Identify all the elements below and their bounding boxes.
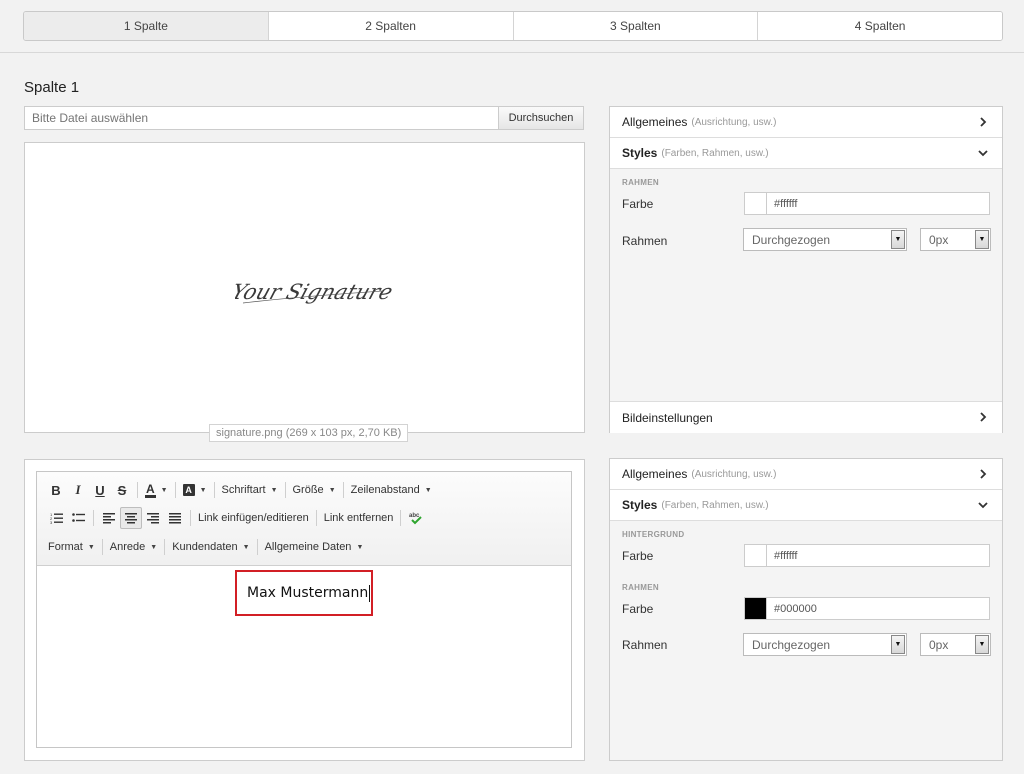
dropdown-arrow-icon: ▼	[891, 230, 905, 249]
general-accordion-header[interactable]: Allgemeines (Ausrichtung, usw.)	[610, 107, 1002, 138]
svg-text:abc: abc	[409, 513, 420, 519]
file-path-input[interactable]	[24, 106, 499, 130]
background-color-field[interactable]: #ffffff	[744, 544, 990, 567]
header-divider	[0, 52, 1024, 53]
rich-text-editor: B I U S A ▼ A ▼ Schriftart ▼ Größe ▼ Zeilena…	[36, 471, 572, 748]
general-data-dropdown[interactable]: Allgemeine Daten ▼	[262, 536, 367, 558]
color-swatch[interactable]	[745, 598, 767, 619]
ordered-list-icon: 1 2 3	[50, 512, 63, 524]
editor-toolbar: B I U S A ▼ A ▼ Schriftart ▼ Größe ▼ Zeilena…	[37, 472, 571, 566]
ordered-list-button[interactable]: 1 2 3	[45, 507, 67, 529]
chevron-right-icon	[980, 412, 987, 422]
column-count-tabs: 1 Spalte 2 Spalten 3 Spalten 4 Spalten	[23, 11, 1003, 41]
spellcheck-icon: abc	[409, 513, 423, 525]
tab-4-columns[interactable]: 4 Spalten	[757, 12, 1002, 40]
image-settings-panel: Allgemeines (Ausrichtung, usw.) Styles (…	[609, 106, 1003, 433]
format-dropdown[interactable]: Format ▼	[45, 536, 98, 558]
border-color-label: Farbe	[622, 602, 654, 616]
editor-content-area[interactable]: Max Mustermann	[235, 570, 373, 616]
color-swatch[interactable]	[745, 193, 767, 214]
align-justify-icon	[169, 512, 181, 523]
customer-data-dropdown[interactable]: Kundendaten ▼	[169, 536, 252, 558]
bold-button[interactable]: B	[45, 479, 67, 501]
tab-1-column[interactable]: 1 Spalte	[24, 12, 268, 40]
strikethrough-button[interactable]: S	[111, 479, 133, 501]
border-color-label: Farbe	[622, 197, 654, 211]
border-style-select[interactable]: Durchgezogen ▼	[743, 228, 907, 251]
border-color-field[interactable]: #ffffff	[744, 192, 990, 215]
image-caption: signature.png (269 x 103 px, 2,70 KB)	[209, 424, 409, 442]
salutation-dropdown[interactable]: Anrede ▼	[107, 536, 160, 558]
chevron-down-icon	[978, 502, 988, 509]
text-settings-panel: Allgemeines (Ausrichtung, usw.) Styles (…	[609, 458, 1003, 761]
svg-text:3: 3	[50, 520, 53, 524]
dropdown-arrow-icon: ▼	[891, 635, 905, 654]
align-left-button[interactable]	[98, 507, 120, 529]
border-style-label: Rahmen	[622, 638, 668, 652]
align-justify-button[interactable]	[164, 507, 186, 529]
border-width-select[interactable]: 0px ▼	[920, 633, 991, 656]
font-family-dropdown[interactable]: Schriftart ▼	[219, 479, 281, 501]
signature-image: Your Signature	[235, 280, 396, 304]
dropdown-arrow-icon: ▼	[975, 635, 989, 654]
tab-2-columns[interactable]: 2 Spalten	[267, 12, 513, 40]
align-center-button[interactable]	[120, 507, 142, 529]
align-left-icon	[103, 512, 115, 523]
text-cursor	[369, 584, 371, 602]
font-size-dropdown[interactable]: Größe ▼	[290, 479, 339, 501]
border-section-label: RAHMEN	[622, 178, 659, 187]
insert-link-button[interactable]: Link einfügen/editieren	[195, 507, 312, 529]
font-color-icon: A	[145, 481, 156, 498]
background-section-label: HINTERGRUND	[622, 530, 685, 539]
align-right-button[interactable]	[142, 507, 164, 529]
styles-accordion-header[interactable]: Styles (Farben, Rahmen, usw.)	[610, 138, 1002, 169]
general-accordion-header[interactable]: Allgemeines (Ausrichtung, usw.)	[610, 459, 1002, 490]
color-swatch[interactable]	[745, 545, 767, 566]
chevron-down-icon	[978, 150, 988, 157]
unordered-list-button[interactable]	[67, 507, 89, 529]
background-color-icon: A	[182, 484, 195, 496]
unordered-list-icon	[71, 513, 85, 522]
underline-button[interactable]: U	[89, 479, 111, 501]
spellcheck-button[interactable]: abc	[405, 507, 427, 529]
border-style-select[interactable]: Durchgezogen ▼	[743, 633, 907, 656]
editor-text: Max Mustermann	[247, 585, 369, 601]
styles-accordion-header[interactable]: Styles (Farben, Rahmen, usw.)	[610, 490, 1002, 521]
border-section-label: RAHMEN	[622, 583, 659, 592]
remove-link-button[interactable]: Link entfernen	[321, 507, 397, 529]
align-center-icon	[125, 512, 137, 523]
image-settings-accordion-header[interactable]: Bildeinstellungen	[610, 401, 1002, 433]
border-style-label: Rahmen	[622, 234, 668, 248]
align-right-icon	[147, 512, 159, 523]
column-title: Spalte 1	[24, 79, 80, 96]
tab-3-columns[interactable]: 3 Spalten	[512, 12, 758, 40]
chevron-right-icon	[980, 469, 987, 479]
italic-button[interactable]: I	[67, 479, 89, 501]
chevron-right-icon	[980, 117, 987, 127]
border-width-select[interactable]: 0px ▼	[920, 228, 991, 251]
background-color-button[interactable]: A ▼	[180, 479, 210, 501]
image-preview[interactable]: Your Signature	[24, 142, 585, 433]
border-color-field[interactable]: #000000	[744, 597, 990, 620]
line-spacing-dropdown[interactable]: Zeilenabstand ▼	[348, 479, 435, 501]
font-color-button[interactable]: A ▼	[142, 479, 171, 501]
background-color-label: Farbe	[622, 549, 654, 563]
dropdown-arrow-icon: ▼	[975, 230, 989, 249]
browse-button[interactable]: Durchsuchen	[498, 106, 584, 130]
